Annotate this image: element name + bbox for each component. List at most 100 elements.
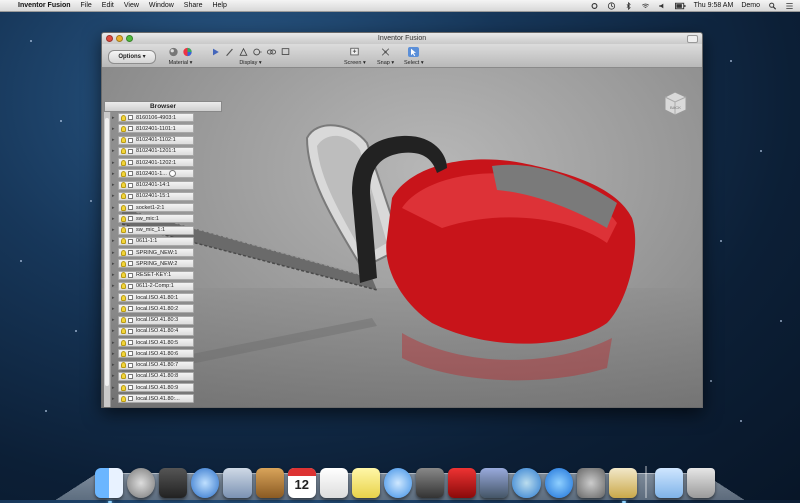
visibility-bulb-icon[interactable] bbox=[121, 182, 126, 189]
item-checkbox[interactable] bbox=[128, 148, 133, 154]
calendar-icon[interactable]: 12 bbox=[287, 468, 316, 498]
browser-item[interactable]: local.ISO.41.80:5 bbox=[118, 338, 194, 348]
battery-icon[interactable] bbox=[674, 2, 686, 10]
item-checkbox[interactable] bbox=[128, 272, 133, 278]
browser-item[interactable]: SPRING_NEW:2 bbox=[118, 259, 194, 269]
browser-row[interactable]: ▸ SPRING_NEW:2 bbox=[112, 258, 222, 269]
status-gear-icon[interactable] bbox=[590, 2, 599, 10]
browser-row[interactable]: ▸ local.ISO.41.80:... bbox=[112, 393, 222, 404]
visibility-bulb-icon[interactable] bbox=[121, 294, 126, 301]
messages-icon[interactable] bbox=[383, 468, 413, 498]
display-settings-icon[interactable] bbox=[280, 47, 291, 57]
menubar-user[interactable]: Demo bbox=[741, 2, 760, 9]
browser-row[interactable]: ▸ 8102401-1... bbox=[112, 168, 222, 179]
contacts-icon[interactable] bbox=[255, 468, 284, 498]
browser-row[interactable]: ▸ 8102401-1202:1 bbox=[112, 157, 222, 168]
select-arrow-icon[interactable] bbox=[408, 47, 420, 57]
menu-window[interactable]: Window bbox=[149, 2, 174, 9]
browser-row[interactable]: ▸ RESET-KEY:1 bbox=[112, 270, 222, 281]
browser-row[interactable]: ▸ sw_mic_1:1 bbox=[112, 225, 222, 236]
menubar-clock[interactable]: Thu 9:58 AM bbox=[694, 2, 734, 9]
itunes-icon[interactable] bbox=[512, 468, 541, 498]
visibility-bulb-icon[interactable] bbox=[121, 317, 126, 324]
browser-item[interactable]: 8102401-15:1 bbox=[118, 191, 194, 201]
browser-item[interactable]: sw_mic_1:1 bbox=[118, 225, 194, 235]
visibility-bulb-icon[interactable] bbox=[121, 395, 126, 402]
item-checkbox[interactable] bbox=[128, 115, 133, 121]
item-checkbox[interactable] bbox=[128, 171, 133, 177]
material-group[interactable]: Material ▾ bbox=[168, 46, 193, 66]
browser-item[interactable]: sw_mic:1 bbox=[118, 214, 194, 224]
visibility-bulb-icon[interactable] bbox=[121, 125, 126, 132]
browser-item[interactable]: 8102401-14:1 bbox=[118, 180, 194, 190]
item-checkbox[interactable] bbox=[128, 373, 133, 379]
facetime-icon[interactable] bbox=[416, 468, 445, 498]
browser-item[interactable]: SPRING_NEW:1 bbox=[118, 248, 194, 258]
window-titlebar[interactable]: Inventor Fusion bbox=[102, 33, 702, 44]
browser-row[interactable]: ▸ local.ISO.41.80:3 bbox=[112, 315, 222, 326]
viewcube[interactable]: BACK bbox=[660, 88, 690, 118]
downloads-folder-icon[interactable] bbox=[654, 468, 683, 498]
browser-item[interactable]: local.ISO.41.80:8 bbox=[118, 371, 194, 381]
item-checkbox[interactable] bbox=[128, 160, 133, 166]
menu-view[interactable]: View bbox=[124, 2, 139, 9]
browser-row[interactable]: ▸ SPRING_NEW:1 bbox=[112, 247, 222, 258]
item-checkbox[interactable] bbox=[128, 351, 133, 357]
iphoto-icon[interactable] bbox=[480, 468, 509, 498]
browser-row[interactable]: ▸ 0611-1:1 bbox=[112, 236, 222, 247]
item-checkbox[interactable] bbox=[128, 193, 133, 199]
visibility-bulb-icon[interactable] bbox=[121, 114, 126, 121]
visibility-bulb-icon[interactable] bbox=[121, 362, 126, 369]
visibility-bulb-icon[interactable] bbox=[121, 204, 126, 211]
photo-booth-icon[interactable] bbox=[448, 468, 477, 498]
browser-item[interactable]: RESET-KEY:1 bbox=[118, 270, 194, 280]
browser-row[interactable]: ▸ socket1-2:1 bbox=[112, 202, 222, 213]
browser-row[interactable]: ▸ local.ISO.41.80:2 bbox=[112, 303, 222, 314]
bluetooth-icon[interactable] bbox=[624, 1, 633, 10]
screen-icon[interactable] bbox=[349, 47, 360, 57]
browser-row[interactable]: ▸ sw_mic:1 bbox=[112, 213, 222, 224]
browser-row[interactable]: ▸ 8102401-1102:1 bbox=[112, 135, 222, 146]
material-sphere-icon[interactable] bbox=[168, 47, 179, 57]
visibility-bulb-icon[interactable] bbox=[121, 159, 126, 166]
browser-item[interactable]: local.ISO.41.80:7 bbox=[118, 360, 194, 370]
browser-row[interactable]: ▸ 8102401-14:1 bbox=[112, 180, 222, 191]
visual-style-icon[interactable] bbox=[238, 47, 249, 57]
browser-scroll-thumb[interactable] bbox=[105, 118, 109, 386]
notification-list-icon[interactable] bbox=[785, 2, 794, 10]
browser-item[interactable]: 0611-2-Comp:1 bbox=[118, 281, 194, 291]
visibility-bulb-icon[interactable] bbox=[121, 350, 126, 357]
app-store-icon[interactable] bbox=[544, 468, 573, 498]
orbit-icon[interactable] bbox=[210, 47, 221, 57]
shadows-icon[interactable] bbox=[266, 47, 277, 57]
display-group[interactable]: Display ▾ bbox=[210, 46, 291, 66]
mission-control-icon[interactable] bbox=[159, 468, 188, 498]
trash-icon[interactable] bbox=[686, 468, 715, 498]
visibility-bulb-icon[interactable] bbox=[121, 283, 126, 290]
sketch-icon[interactable] bbox=[224, 47, 235, 57]
visibility-bulb-icon[interactable] bbox=[121, 137, 126, 144]
snap-icon[interactable] bbox=[380, 47, 391, 57]
browser-item[interactable]: local.ISO.41.80:1 bbox=[118, 293, 194, 303]
item-checkbox[interactable] bbox=[128, 261, 133, 267]
finder-icon[interactable] bbox=[95, 468, 124, 503]
reminders-icon[interactable] bbox=[319, 468, 348, 498]
minimize-button[interactable] bbox=[116, 35, 123, 42]
visibility-bulb-icon[interactable] bbox=[121, 238, 126, 245]
inventor-fusion-icon[interactable] bbox=[608, 468, 637, 503]
close-button[interactable] bbox=[106, 35, 113, 42]
visibility-bulb-icon[interactable] bbox=[121, 170, 126, 177]
item-checkbox[interactable] bbox=[128, 227, 133, 233]
browser-row[interactable]: ▸ local.ISO.41.80:9 bbox=[112, 382, 222, 393]
item-checkbox[interactable] bbox=[128, 385, 133, 391]
browser-row[interactable]: ▸ 8102401-1101:1 bbox=[112, 123, 222, 134]
mail-icon[interactable] bbox=[223, 468, 252, 498]
item-checkbox[interactable] bbox=[128, 250, 133, 256]
options-button[interactable]: Options ▾ bbox=[108, 50, 156, 64]
browser-row[interactable]: ▸ local.ISO.41.80:5 bbox=[112, 337, 222, 348]
item-checkbox[interactable] bbox=[128, 238, 133, 244]
maximize-button[interactable] bbox=[126, 35, 133, 42]
browser-row[interactable]: ▸ 0611-2-Comp:1 bbox=[112, 281, 222, 292]
browser-item[interactable]: local.ISO.41.80:6 bbox=[118, 349, 194, 359]
browser-row[interactable]: ▸ local.ISO.41.80:1 bbox=[112, 292, 222, 303]
